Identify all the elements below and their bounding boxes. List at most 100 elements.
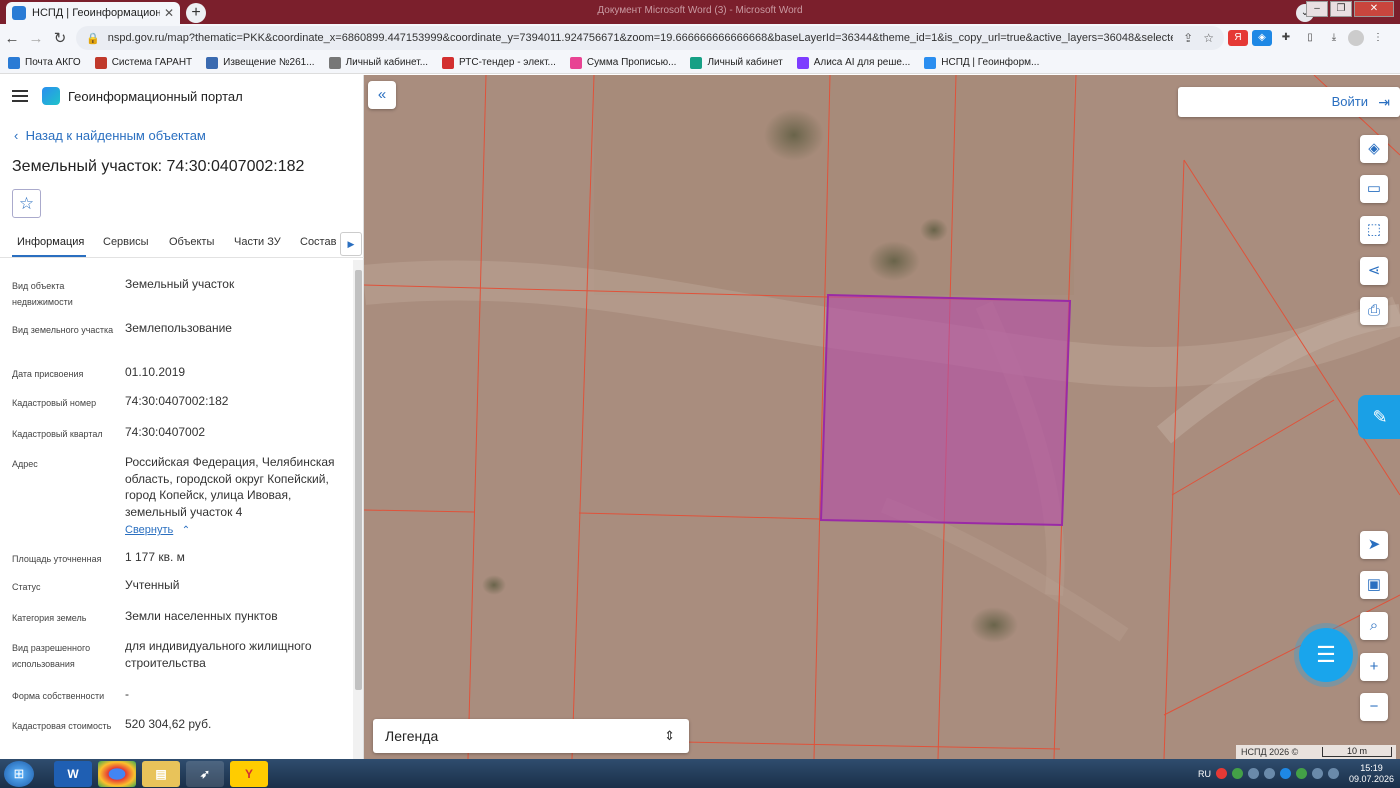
bookmark-favicon-icon (924, 56, 937, 69)
tab-information[interactable]: Информация (17, 236, 84, 248)
reload-icon[interactable]: ↻ (48, 29, 72, 47)
tray-icon[interactable] (1279, 768, 1291, 779)
bookmark-label: Почта АКГО (25, 57, 81, 68)
launcher-app-icon[interactable]: ➶ (186, 760, 224, 787)
download-icon[interactable]: ⤓ (1324, 30, 1344, 46)
collapse-link[interactable]: Свернуть ⌃ (125, 520, 190, 538)
geolocation-icon[interactable]: ➤ (1360, 531, 1388, 559)
satellite-map[interactable] (364, 75, 1400, 759)
field-value: Земли населенных пунктов (125, 609, 278, 623)
map-view[interactable]: « Войти ⇥ ◈ ▭ ⬚ ⋖ ⎙ ✎ ➤ ▣ ⌕ + − ☰ Легенда… (364, 75, 1400, 759)
explorer-app-icon[interactable]: ▤ (142, 760, 180, 787)
print-icon[interactable]: ⎙ (1360, 297, 1388, 325)
login-icon: ⇥ (1378, 94, 1390, 110)
login-button[interactable]: Войти ⇥ (1178, 87, 1400, 117)
bookmark-star-icon[interactable]: ☆ (1203, 31, 1214, 45)
field-label: Статус (12, 582, 41, 592)
bookmark-item[interactable]: НСПД | Геоинформ... (924, 56, 1039, 69)
puzzle-extensions-icon[interactable]: ✚ (1276, 30, 1296, 46)
bookmark-item[interactable]: Личный кабинет (690, 56, 783, 69)
language-indicator[interactable]: RU (1198, 769, 1211, 779)
field-value: Землепользование (125, 321, 232, 335)
tab-parts[interactable]: Части ЗУ (234, 236, 281, 248)
legend-dropdown[interactable]: Легенда ⇕ (373, 719, 689, 753)
volume-icon[interactable] (1327, 768, 1339, 779)
field-value: Учтенный (125, 578, 180, 592)
field-value: Земельный участок (125, 277, 235, 291)
selected-parcel[interactable] (819, 293, 1072, 527)
yandex-extension-icon[interactable]: Я (1228, 30, 1248, 46)
minimap-icon[interactable]: ▣ (1360, 571, 1388, 599)
tray-icon[interactable] (1215, 768, 1227, 779)
field-label: Категория земель (12, 613, 87, 623)
browser-tab[interactable]: НСПД | Геоинформационный п ✕ (6, 2, 180, 24)
sidebar-icon[interactable]: ▯ (1300, 30, 1320, 46)
back-link-label: Назад к найденным объектам (25, 128, 206, 143)
bookmark-item[interactable]: РТС-тендер - элект... (442, 56, 556, 69)
tab-objects[interactable]: Объекты (169, 236, 214, 248)
profile-avatar[interactable] (1348, 30, 1364, 46)
back-arrow-icon[interactable]: ← (0, 30, 24, 47)
word-app-icon[interactable]: W (54, 760, 92, 787)
collapse-panel-button[interactable]: « (368, 81, 396, 109)
close-window-icon[interactable]: ✕ (1354, 1, 1394, 17)
start-button-icon[interactable]: ⊞ (4, 760, 34, 787)
bookmark-item[interactable]: Система ГАРАНТ (94, 56, 192, 69)
yandex-browser-icon[interactable]: Y (230, 760, 268, 787)
menu-hamburger-icon[interactable] (12, 90, 28, 102)
tab-services[interactable]: Сервисы (103, 236, 149, 248)
bookmark-favicon-icon (796, 56, 809, 69)
card-tabs: Информация Сервисы Объекты Части ЗУ Сост… (0, 230, 364, 258)
tab-title: НСПД | Геоинформационный п (32, 7, 160, 19)
tab-composition[interactable]: Состав (300, 236, 336, 248)
tray-icon[interactable] (1263, 768, 1275, 779)
tray-icon[interactable] (1247, 768, 1259, 779)
forward-arrow-icon[interactable]: → (24, 30, 48, 47)
zoom-out-button[interactable]: − (1360, 693, 1388, 721)
bookmark-favicon-icon (8, 56, 20, 69)
close-tab-icon[interactable]: ✕ (164, 6, 174, 20)
ruler-icon[interactable]: ▭ (1360, 175, 1388, 203)
field-label: Кадастровая стоимость (12, 721, 112, 731)
chat-bubble-icon[interactable]: ☰ (1299, 628, 1353, 682)
chrome-app-icon[interactable] (98, 760, 136, 787)
lock-icon: 🔒 (86, 32, 100, 45)
tray-icon[interactable] (1295, 768, 1307, 779)
field-value: 01.10.2019 (125, 365, 186, 379)
address-value: Российская Федерация, Челябинская област… (125, 455, 335, 519)
layers-icon[interactable]: ◈ (1360, 135, 1388, 163)
legend-label: Легенда (385, 728, 439, 744)
bookmark-item[interactable]: Сумма Прописью... (569, 56, 676, 69)
scrollbar-thumb[interactable] (355, 270, 362, 690)
field-value: 1 177 кв. м (125, 550, 185, 564)
share-icon[interactable]: ⋖ (1360, 257, 1388, 285)
field-value: - (125, 687, 129, 701)
network-icon[interactable] (1311, 768, 1323, 779)
field-label: Дата присвоения (12, 369, 84, 379)
new-tab-button[interactable]: + (186, 3, 206, 23)
bookmark-item[interactable]: Извещение №261... (206, 56, 315, 69)
bookmark-item[interactable]: Личный кабинет... (328, 56, 428, 69)
extension-icon[interactable]: ◈ (1252, 30, 1272, 46)
back-link[interactable]: ‹ Назад к найденным объектам (14, 128, 206, 143)
bookmark-label: Личный кабинет (707, 57, 783, 68)
field-label: Форма собственности (12, 691, 105, 701)
feedback-icon[interactable]: ✎ (1358, 395, 1400, 439)
bookmark-item[interactable]: Почта АКГО (8, 56, 81, 69)
address-bar[interactable]: 🔒 nspd.gov.ru/map?thematic=PKK&coordinat… (76, 26, 1224, 50)
minimize-icon[interactable]: – (1306, 1, 1328, 17)
login-label: Войти (1331, 94, 1368, 109)
bookmark-item[interactable]: Алиса AI для реше... (796, 56, 910, 69)
object-info-panel: Геоинформационный портал ‹ Назад к найде… (0, 75, 364, 759)
clock[interactable]: 15:19 09.07.2026 (1349, 763, 1394, 785)
share-url-icon[interactable]: ⇪ (1183, 31, 1193, 45)
area-select-icon[interactable]: ⬚ (1360, 216, 1388, 244)
menu-dots-icon[interactable]: ⋮ (1368, 30, 1388, 46)
url-text: nspd.gov.ru/map?thematic=PKK&coordinate_… (107, 32, 1173, 44)
favorite-star-icon[interactable]: ☆ (12, 189, 41, 218)
tray-icon[interactable] (1231, 768, 1243, 779)
zoom-in-button[interactable]: + (1360, 653, 1388, 681)
search-point-icon[interactable]: ⌕ (1360, 612, 1388, 640)
tabs-next-icon[interactable]: ▶ (340, 232, 362, 256)
maximize-icon[interactable]: ❐ (1330, 1, 1352, 17)
